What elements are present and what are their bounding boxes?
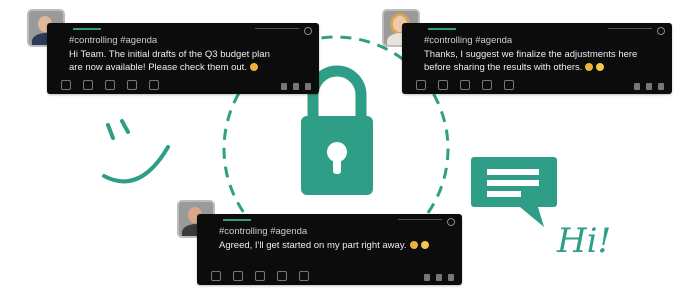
- party-emoji-icon: [420, 241, 429, 250]
- like-icon[interactable]: [293, 83, 299, 90]
- post-message-line: Thanks, I suggest we finalize the adjust…: [424, 49, 638, 60]
- post-tags: #controlling #agenda: [69, 35, 158, 46]
- card-accent: [223, 219, 251, 221]
- edit-icon[interactable]: [460, 80, 470, 90]
- share-icon[interactable]: [305, 83, 311, 90]
- post-tags: #controlling #agenda: [219, 226, 308, 237]
- post-tags: #controlling #agenda: [424, 35, 513, 46]
- pin-icon[interactable]: [657, 27, 665, 35]
- edit-icon[interactable]: [105, 80, 115, 90]
- edit-icon[interactable]: [255, 271, 265, 281]
- star-icon[interactable]: [438, 80, 448, 90]
- greeting-doodle: Hi!: [556, 221, 611, 261]
- translate-icon[interactable]: [482, 80, 492, 90]
- post-card-1[interactable]: #controlling #agenda Hi Team. The initia…: [47, 23, 319, 94]
- link-icon[interactable]: [299, 271, 309, 281]
- like-icon[interactable]: [646, 83, 652, 90]
- emoji-icon: [585, 63, 594, 72]
- smile-emoji-icon: [249, 63, 258, 72]
- translate-icon[interactable]: [127, 80, 137, 90]
- like-icon[interactable]: [436, 274, 442, 281]
- post-card-3[interactable]: #controlling #agenda Agreed, I'll get st…: [197, 214, 462, 285]
- post-card-2[interactable]: #controlling #agenda Thanks, I suggest w…: [402, 23, 672, 94]
- card-divider: [398, 219, 442, 220]
- share-icon[interactable]: [448, 274, 454, 281]
- star-icon[interactable]: [83, 80, 93, 90]
- pin-icon[interactable]: [304, 27, 312, 35]
- smile-doodle-icon: [102, 119, 170, 184]
- comment-icon[interactable]: [211, 271, 221, 281]
- card-accent: [73, 28, 101, 30]
- reactions: [424, 274, 454, 281]
- post-actions: [211, 271, 309, 281]
- link-icon[interactable]: [504, 80, 514, 90]
- reactions: [281, 83, 311, 90]
- card-divider: [608, 28, 652, 29]
- reactions: [634, 83, 664, 90]
- pin-icon[interactable]: [447, 218, 455, 226]
- post-message-line: Agreed, I'll get started on my part righ…: [219, 239, 429, 252]
- post-message-line: Hi Team. The initial drafts of the Q3 bu…: [69, 49, 270, 60]
- link-icon[interactable]: [149, 80, 159, 90]
- pen-icon[interactable]: [281, 83, 287, 90]
- card-divider: [255, 28, 299, 29]
- pen-icon[interactable]: [634, 83, 640, 90]
- pen-icon[interactable]: [424, 274, 430, 281]
- star-icon[interactable]: [233, 271, 243, 281]
- translate-icon[interactable]: [277, 271, 287, 281]
- share-icon[interactable]: [658, 83, 664, 90]
- emoji-icon: [409, 241, 418, 250]
- post-message-line: are now available! Please check them out…: [69, 61, 258, 74]
- message-bubble-icon: [471, 157, 557, 227]
- post-message-line: before sharing the results with others.: [424, 61, 605, 74]
- card-accent: [428, 28, 456, 30]
- comment-icon[interactable]: [416, 80, 426, 90]
- thumbs-up-emoji-icon: [596, 63, 605, 72]
- post-actions: [61, 80, 159, 90]
- comment-icon[interactable]: [61, 80, 71, 90]
- post-actions: [416, 80, 514, 90]
